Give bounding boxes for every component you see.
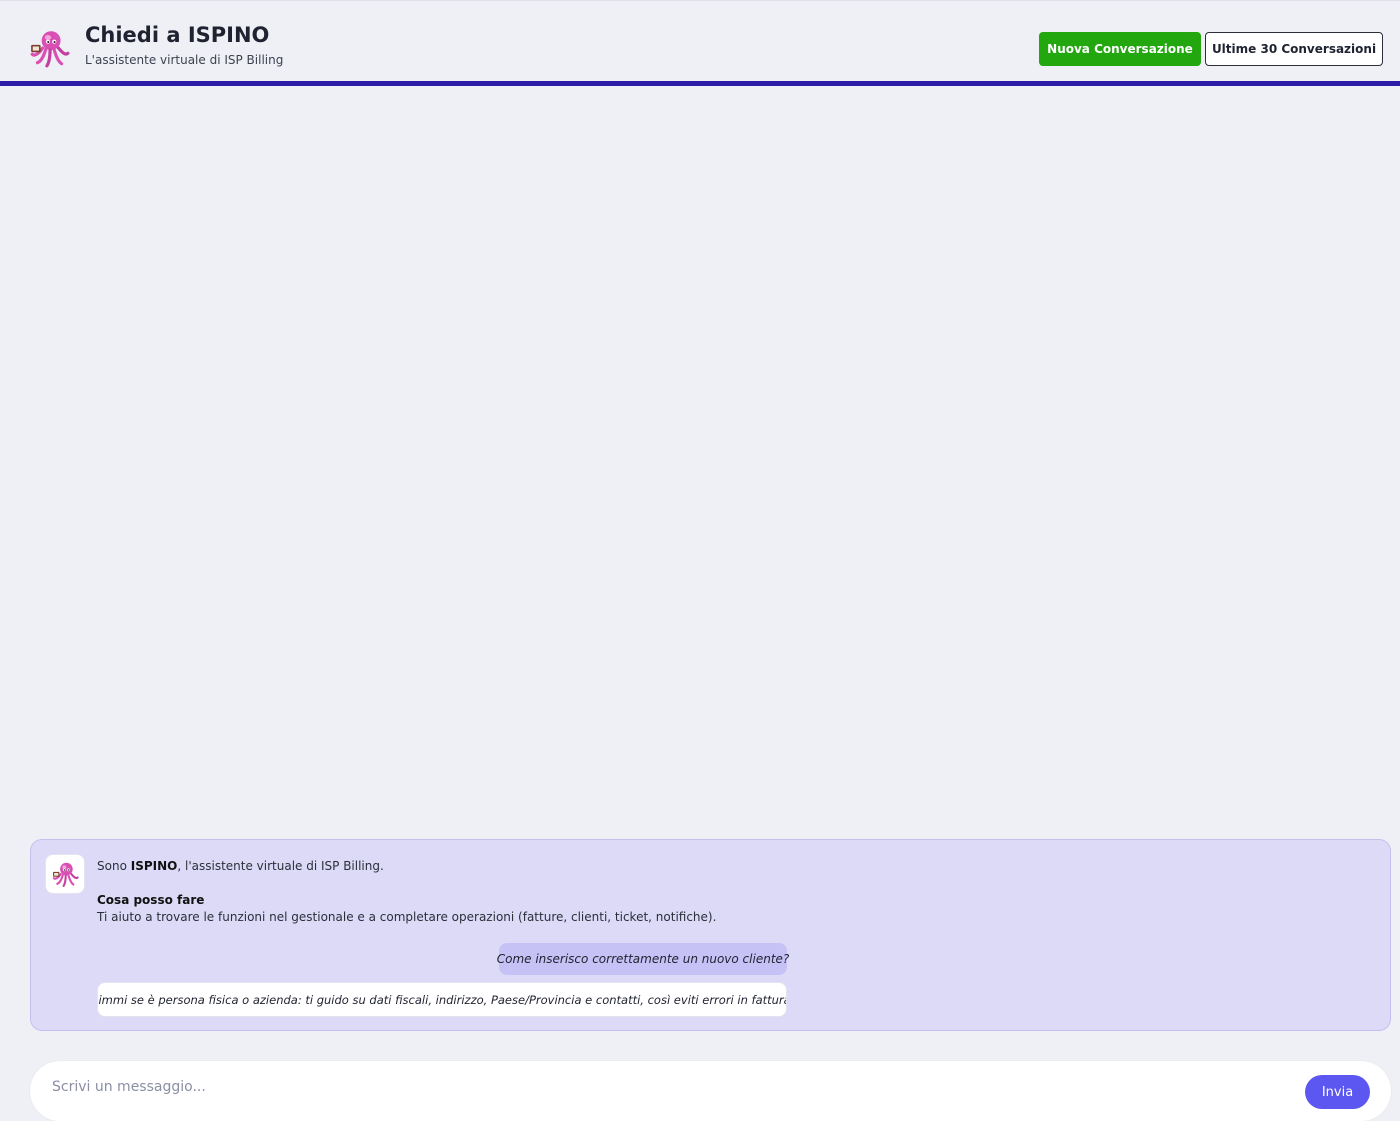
new-conversation-button[interactable]: Nuova Conversazione	[1039, 32, 1201, 66]
user-message: Come inserisco correttamente un nuovo cl…	[497, 943, 789, 975]
chat-panel: Sono ISPINO, l'assistente virtuale di IS…	[30, 839, 1391, 1031]
page-subtitle: L'assistente virtuale di ISP Billing	[85, 53, 284, 67]
intro-prefix: Sono	[97, 859, 131, 873]
header-accent-bar	[0, 81, 1400, 86]
assistant-intro: Sono ISPINO, l'assistente virtuale di IS…	[97, 859, 384, 873]
capabilities-text: Ti aiuto a trovare le funzioni nel gesti…	[97, 910, 717, 924]
assistant-avatar	[45, 854, 85, 894]
assistant-name: ISPINO	[130, 859, 178, 873]
intro-suffix: , l'assistente virtuale di ISP Billing.	[177, 859, 384, 873]
octopus-icon	[51, 860, 79, 888]
message-input[interactable]	[52, 1075, 1282, 1099]
message-composer: Invia	[30, 1061, 1391, 1121]
page-title: Chiedi a ISPINO	[85, 23, 270, 47]
assistant-message: Dimmi se è persona fisica o azienda: ti …	[97, 982, 787, 1017]
send-button[interactable]: Invia	[1305, 1075, 1370, 1109]
capabilities-title: Cosa posso fare	[97, 893, 205, 907]
recent-conversations-button[interactable]: Ultime 30 Conversazioni	[1205, 32, 1383, 66]
app-header: Chiedi a ISPINO L'assistente virtuale di…	[0, 0, 1400, 82]
octopus-icon	[28, 27, 70, 69]
